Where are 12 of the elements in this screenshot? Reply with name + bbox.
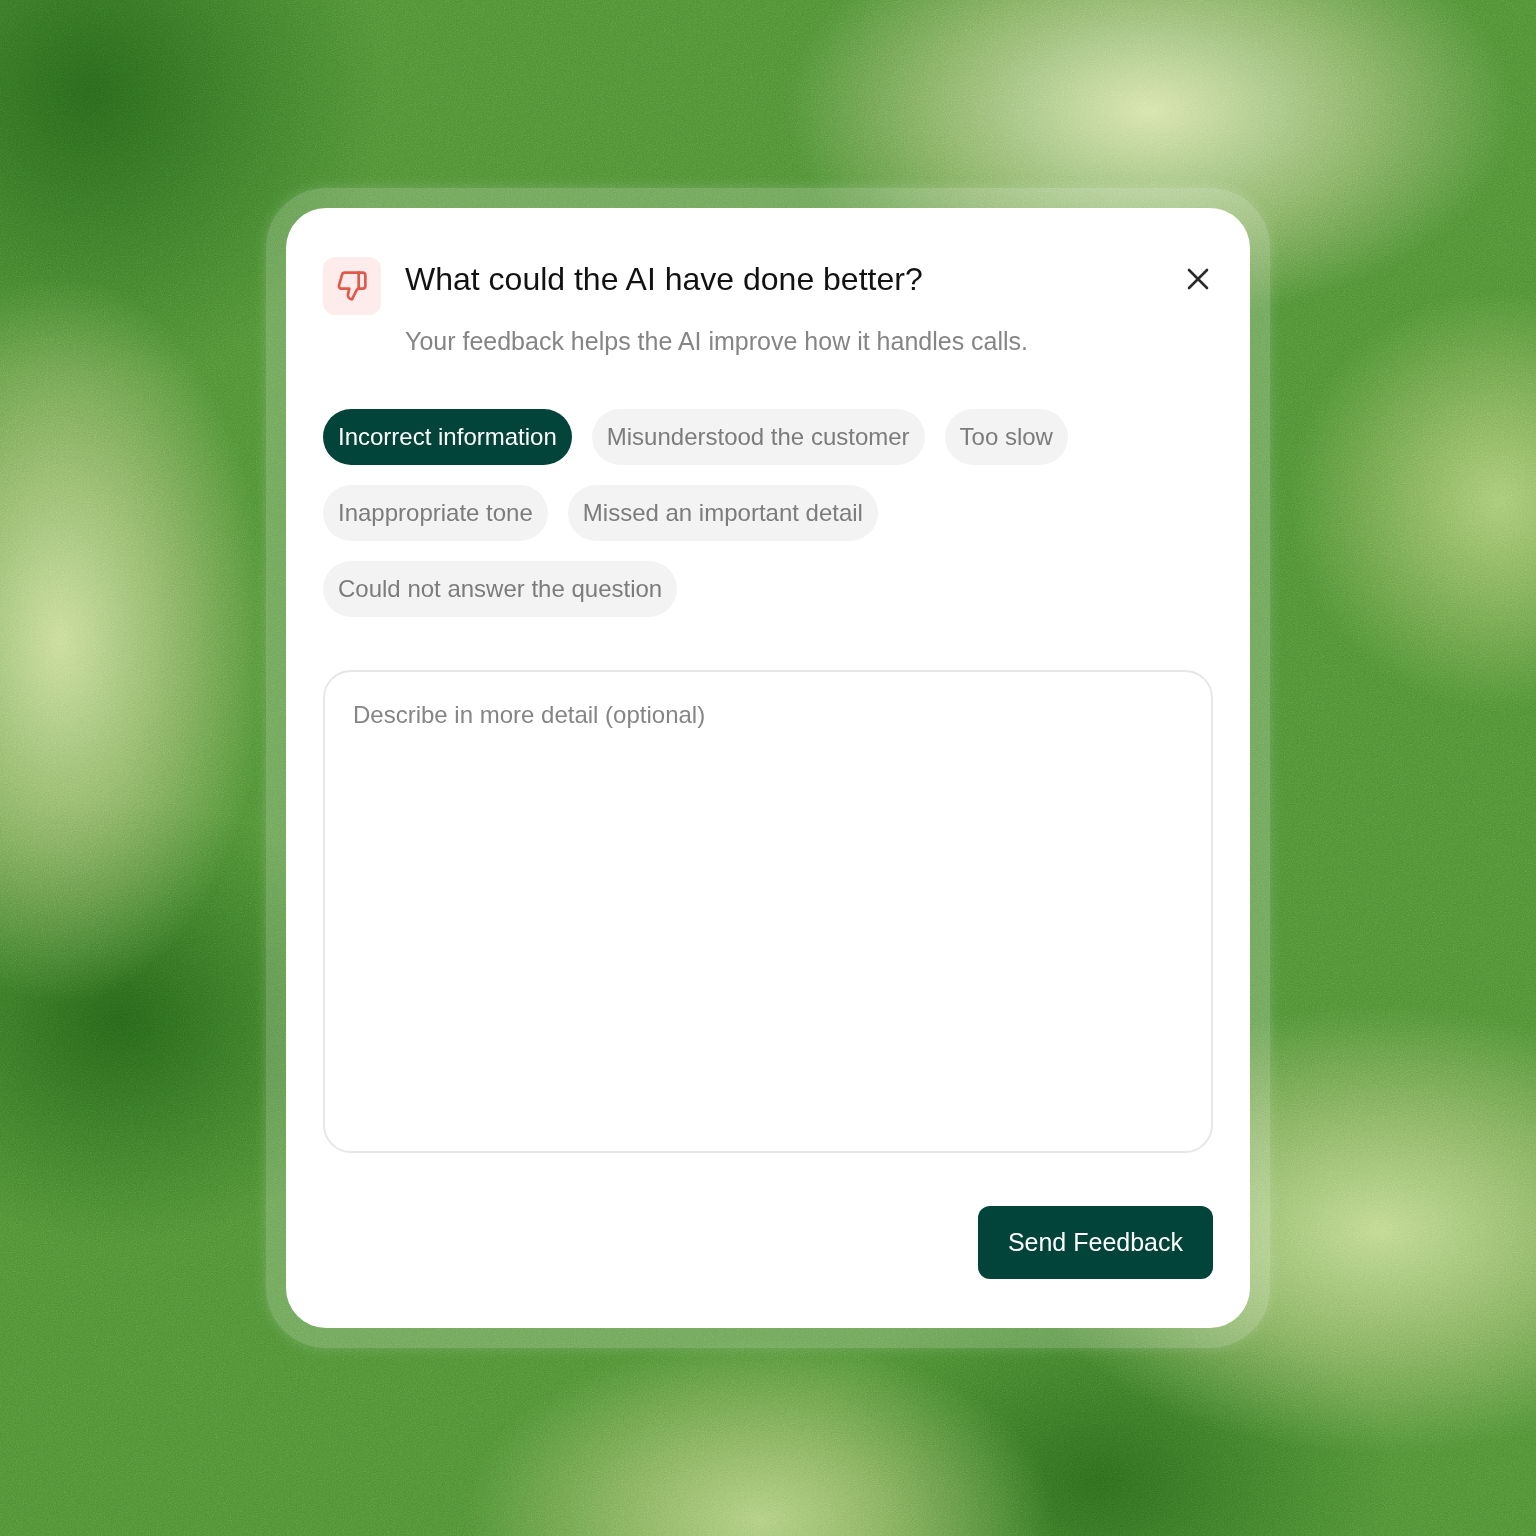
reason-chip[interactable]: Too slow <box>944 409 1068 465</box>
reason-chip[interactable]: Misunderstood the customer <box>591 409 925 465</box>
send-feedback-button[interactable]: Send Feedback <box>977 1206 1213 1279</box>
reason-chip[interactable]: Missed an important detail <box>567 485 878 541</box>
details-field[interactable]: Describe in more detail (optional) <box>323 670 1213 1153</box>
reason-chip[interactable]: Could not answer the question <box>323 561 678 617</box>
dialog-subtitle: Your feedback helps the AI improve how it handles calls. <box>405 326 1030 357</box>
reason-chip[interactable]: Inappropriate tone <box>323 485 548 541</box>
close-icon[interactable] <box>1187 268 1209 290</box>
dialog-title: What could the AI have done better? <box>405 260 924 299</box>
thumbs-down-icon <box>323 257 381 315</box>
reason-chip[interactable]: Incorrect information <box>323 409 572 465</box>
